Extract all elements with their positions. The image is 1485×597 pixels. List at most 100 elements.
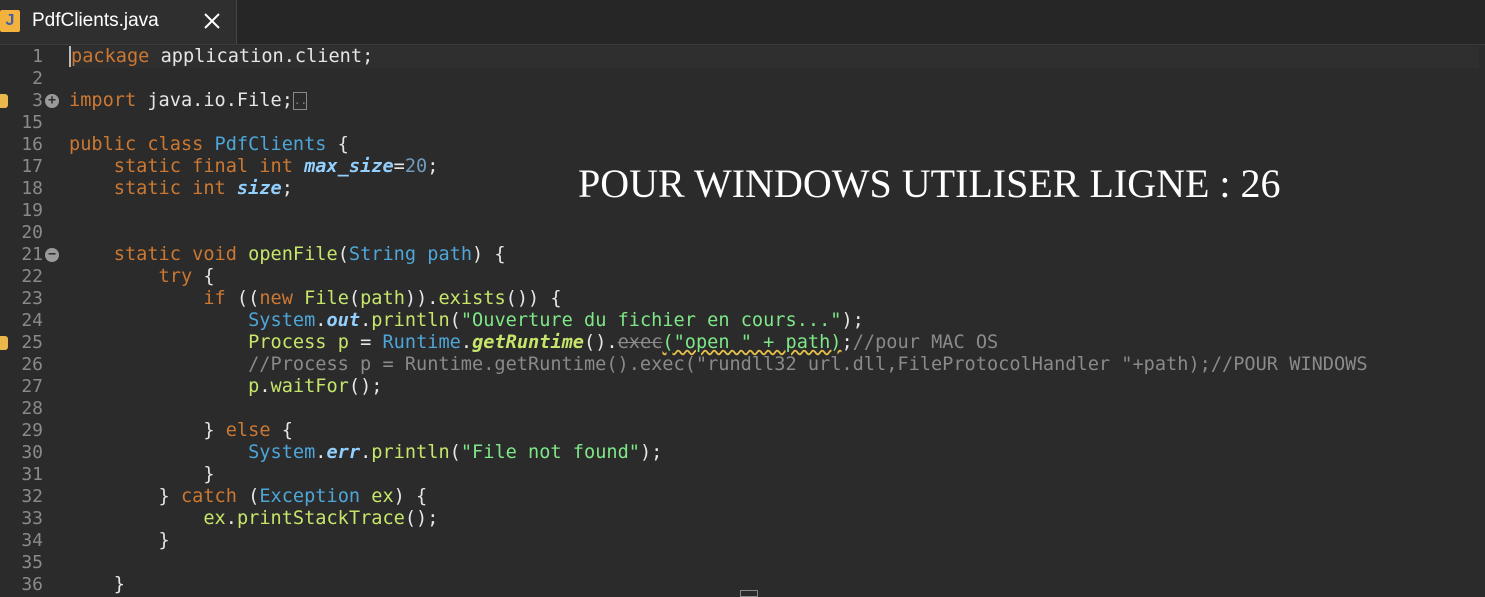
code-line: }: [69, 574, 125, 596]
code-token: static int: [69, 178, 237, 199]
code-token: exec: [617, 332, 663, 353]
code-token: try: [69, 266, 193, 287]
code-token: }: [69, 464, 215, 485]
line-number: 20: [21, 222, 43, 243]
line-number: 33: [21, 508, 43, 529]
code-token: application.client;: [149, 46, 374, 67]
code-token: if: [69, 288, 226, 309]
collapsed-region-icon: [740, 590, 758, 597]
code-token: ();: [404, 508, 439, 529]
code-token: }: [69, 530, 170, 551]
code-token: Exception: [259, 486, 361, 507]
line-number: 1: [32, 46, 43, 67]
code-token: }: [69, 420, 226, 441]
code-token: }: [69, 574, 125, 595]
code-token: (: [449, 310, 461, 331]
line-number: 24: [21, 310, 43, 331]
close-icon[interactable]: [200, 9, 224, 33]
line-number: 18: [21, 178, 43, 199]
overlay-annotation: POUR WINDOWS UTILISER LIGNE : 26: [578, 161, 1281, 206]
code-token: )).: [404, 288, 439, 309]
collapse-fold-icon[interactable]: −: [45, 248, 59, 262]
code-token: getRuntime: [472, 332, 585, 353]
line-number: 26: [21, 354, 43, 375]
code-token: ex: [371, 486, 394, 507]
code-token: );: [841, 310, 864, 331]
code-token: ;: [281, 178, 293, 199]
code-token: );: [639, 442, 663, 463]
code-token: import: [69, 90, 137, 111]
code-token: package: [69, 46, 150, 67]
code-token: .: [460, 332, 473, 353]
code-token: //pour MAC OS: [852, 332, 999, 353]
code-token: ();: [348, 376, 383, 397]
line-number: 35: [21, 552, 43, 573]
code-token: ((: [225, 288, 260, 309]
line-number: 32: [21, 486, 43, 507]
folded-imports-icon[interactable]: ..: [292, 91, 307, 110]
code-token: path: [360, 288, 405, 309]
code-line: try {: [69, 266, 215, 288]
code-token: "File not found": [460, 442, 640, 463]
code-line: ex.printStackTrace();: [69, 508, 438, 530]
line-number: 15: [21, 112, 43, 133]
java-file-icon: J: [0, 10, 20, 32]
line-number: 31: [21, 464, 43, 485]
code-token: p: [337, 332, 349, 353]
expand-fold-icon[interactable]: +: [45, 94, 59, 108]
code-token: openFile: [248, 244, 338, 265]
line-number: 22: [21, 266, 43, 287]
code-token: new: [259, 288, 293, 309]
line-number: 29: [21, 420, 43, 441]
code-token: {: [270, 420, 293, 441]
code-line: }: [69, 530, 170, 552]
code-line: Process p = Runtime.getRuntime().exec("o…: [69, 332, 998, 354]
code-token: catch: [180, 486, 237, 507]
tab-pdfclients-java[interactable]: J PdfClients.java: [0, 0, 237, 44]
code-token: p: [69, 376, 260, 397]
code-token: File: [304, 288, 349, 309]
code-token: static void: [69, 244, 249, 265]
code-token: .: [259, 376, 271, 397]
line-number: 28: [21, 398, 43, 419]
code-token: size: [236, 178, 282, 199]
warning-icon[interactable]: [0, 336, 8, 350]
code-token: println: [371, 310, 450, 331]
code-line: static final int max_size=20;: [69, 156, 439, 178]
code-token: {: [192, 266, 215, 287]
code-line: public class PdfClients {: [69, 134, 349, 156]
code-token: java.io.File;: [136, 90, 293, 111]
code-token: exists: [438, 288, 506, 309]
code-line: System.out.println("Ouverture du fichier…: [69, 310, 864, 332]
code-token: else: [225, 420, 271, 441]
code-token: 20: [404, 156, 428, 177]
code-token: //Process p = Runtime.getRuntime().exec(…: [69, 354, 1368, 375]
code-token: .: [360, 442, 372, 463]
line-number: 30: [21, 442, 43, 463]
code-line: package application.client;: [69, 46, 1479, 68]
code-token: Runtime: [382, 332, 461, 353]
code-editor[interactable]: package application.client; import java.i…: [69, 46, 1479, 595]
code-token: Process: [69, 332, 327, 353]
code-token: printStackTrace: [236, 508, 405, 529]
code-line: p.waitFor();: [69, 376, 382, 398]
code-line: }: [69, 464, 215, 486]
line-number: 27: [21, 376, 43, 397]
code-token: ;: [841, 332, 853, 353]
line-number: 23: [21, 288, 43, 309]
code-token: max_size: [304, 156, 394, 177]
code-token: .: [315, 310, 327, 331]
editor-tab-bar: J PdfClients.java: [0, 0, 1485, 45]
line-number-gutter: 1 2 3 +15 16 17 18 19 20 21−22 23 24 25 26 27 28 29 30 31 3…: [0, 46, 64, 595]
code-token: (: [337, 244, 349, 265]
code-token: .: [360, 310, 372, 331]
line-number: 17: [21, 156, 43, 177]
code-line: } else {: [69, 420, 293, 442]
code-token: System: [69, 310, 316, 331]
warning-icon[interactable]: [0, 94, 8, 108]
code-token: .: [225, 508, 237, 529]
code-line: static int size;: [69, 178, 293, 200]
